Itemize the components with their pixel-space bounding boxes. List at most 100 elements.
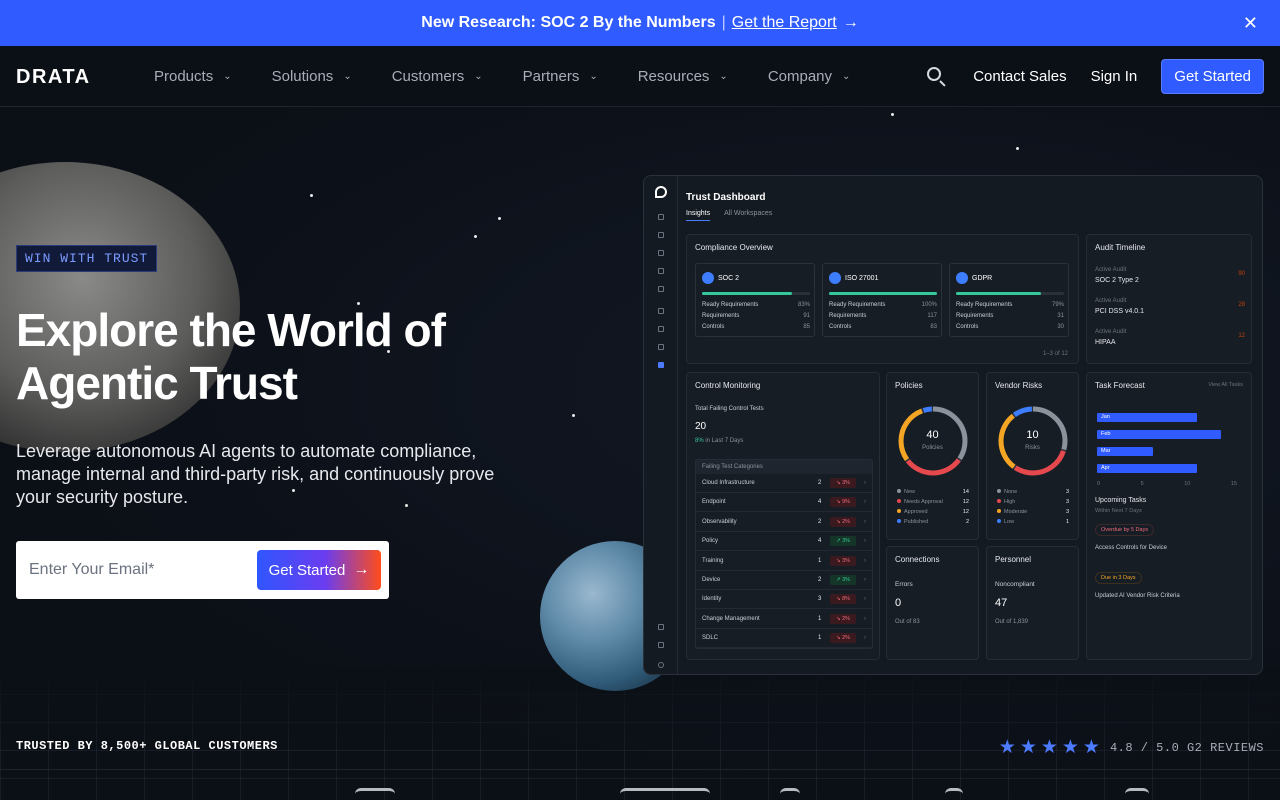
personnel-total: Out of 1,839 <box>995 619 1029 625</box>
contact-sales-link[interactable]: Contact Sales <box>973 68 1066 85</box>
failing-tests-trend: 8% in Last 7 Days <box>695 438 743 444</box>
category-row[interactable]: Change Management 1 ↘ 2% › <box>696 610 872 629</box>
noncompliant-count: 47 <box>995 597 1008 609</box>
category-row[interactable]: Cloud Infrastructure 2 ↘ 3% › <box>696 474 872 493</box>
hero-section: WIN WITH TRUST Explore the World of Agen… <box>0 107 1280 800</box>
panel-title: Task Forecast <box>1095 381 1145 390</box>
legend-name: High <box>1004 499 1016 505</box>
category-count: 4 <box>818 538 822 545</box>
forecast-bar: Apr <box>1097 464 1197 473</box>
legend-name: Approved <box>904 509 928 515</box>
axis-tick: 5 <box>1140 481 1144 487</box>
legend-item: Needs Approval 12 <box>897 499 969 505</box>
category-count: 2 <box>818 577 822 583</box>
hero-subhead: Leverage autonomous AI agents to automat… <box>16 441 495 507</box>
pagination: 1–3 of 12 <box>1042 351 1068 357</box>
category-count: 1 <box>818 557 822 564</box>
category-row[interactable]: Identity 3 ↘ 8% › <box>696 590 872 610</box>
framework-name: ISO 27001 <box>845 274 879 282</box>
category-name: Policy <box>702 538 719 545</box>
failing-tests-label: Total Failing Control Tests <box>695 406 764 412</box>
nav-item-solutions[interactable]: Solutions ⌄ <box>272 68 352 85</box>
nav-actions: Contact Sales Sign In Get Started <box>925 46 1264 107</box>
category-change: 2% <box>842 518 851 525</box>
legend-dot <box>997 499 1001 503</box>
nav-item-company[interactable]: Company ⌄ <box>768 68 851 85</box>
nav-item-resources[interactable]: Resources ⌄ <box>638 68 728 85</box>
category-change-badge: ↘ 9% <box>830 497 856 508</box>
announcement-bar: New Research: SOC 2 By the Numbers | Get… <box>0 0 1280 46</box>
sign-in-link[interactable]: Sign In <box>1091 68 1138 85</box>
chevron-right-icon: › <box>864 615 866 622</box>
customer-logo <box>1125 788 1149 800</box>
control-monitoring-panel: Control Monitoring Total Failing Control… <box>686 372 880 660</box>
row-label: Requirements <box>702 313 740 319</box>
settings-icon <box>658 662 664 668</box>
hero-get-started-button[interactable]: Get Started → <box>257 550 381 590</box>
category-row[interactable]: Device 2 ↗ 3% › <box>696 571 872 590</box>
failing-categories-table: Failing Test Categories Cloud Infrastruc… <box>695 459 873 649</box>
category-name: Identity <box>702 596 722 603</box>
panel-title: Policies <box>895 381 923 390</box>
legend-count: 14 <box>962 489 969 495</box>
category-change-badge: ↘ 3% <box>830 478 856 488</box>
category-row[interactable]: Observability 2 ↘ 2% › <box>696 513 872 532</box>
nav-item-products[interactable]: Products ⌄ <box>154 68 232 85</box>
audit-label: Active Audit <box>1095 298 1127 304</box>
close-icon[interactable]: ✕ <box>1243 13 1258 34</box>
framework-progress-fill <box>829 292 937 295</box>
framework-name: GDPR <box>972 274 993 282</box>
star-decoration <box>310 194 313 197</box>
audit-label: Active Audit <box>1095 329 1127 335</box>
errors-label: Errors <box>895 581 913 588</box>
customer-logo <box>945 788 963 800</box>
table-header: Failing Test Categories <box>696 460 872 474</box>
nav-item-partners[interactable]: Partners ⌄ <box>523 68 598 85</box>
policies-legend: New 14 Needs Approval 12 Approved 12 Published… <box>897 489 969 529</box>
g2-reviews[interactable]: ★★★★★ 4.8 / 5.0 G2 REVIEWS <box>999 736 1264 759</box>
controls-value: 30 <box>1057 324 1064 330</box>
archive-icon <box>658 308 664 314</box>
audit-item: Active Audit PCI DSS v4.0.1 28 <box>1095 298 1245 315</box>
legend-item: High 3 <box>997 499 1069 505</box>
donut-segments <box>998 406 1068 476</box>
panel-title: Audit Timeline <box>1095 243 1146 252</box>
requirements-value: 31 <box>1057 313 1064 319</box>
search-icon[interactable] <box>925 65 949 89</box>
policies-panel: Policies 40 Policies New 14 Needs Approval… <box>886 372 979 540</box>
nav-item-label: Products <box>154 68 214 85</box>
chevron-right-icon: › <box>864 635 866 642</box>
category-change: 3% <box>842 577 851 583</box>
get-started-button[interactable]: Get Started <box>1161 59 1264 94</box>
category-change: 2% <box>842 615 851 622</box>
legend-name: Low <box>1004 519 1015 525</box>
panel-title: Connections <box>895 555 940 564</box>
audit-name: HIPAA <box>1095 339 1116 346</box>
legend-name: New <box>904 489 916 495</box>
sparkle-icon <box>658 624 664 630</box>
donut-segments <box>898 406 968 476</box>
get-report-link[interactable]: Get the Report <box>732 14 837 32</box>
legend-count: 3 <box>1065 489 1069 495</box>
forecast-bar: Feb <box>1097 430 1221 439</box>
drata-logo[interactable]: DRATA <box>16 66 91 89</box>
row-label: Ready Requirements <box>956 302 1013 308</box>
category-row[interactable]: SDLC 1 ↘ 2% › <box>696 629 872 649</box>
announcement-separator: | <box>721 14 726 31</box>
folder-icon <box>658 344 664 350</box>
nav-item-customers[interactable]: Customers ⌄ <box>392 68 483 85</box>
category-count: 1 <box>818 635 822 642</box>
category-row[interactable]: Endpoint 4 ↘ 9% › <box>696 493 872 513</box>
category-name: Endpoint <box>702 499 726 506</box>
dashboard-title: Trust Dashboard <box>686 192 766 203</box>
chevron-down-icon: ⌄ <box>343 71 352 82</box>
chevron-right-icon: › <box>864 518 866 525</box>
chevron-down-icon: ⌄ <box>223 71 232 82</box>
email-input[interactable] <box>29 561 249 579</box>
axis-tick: 0 <box>1097 481 1101 487</box>
category-row[interactable]: Policy 4 ↗ 3% › <box>696 532 872 552</box>
forecast-axis: 0 5 10 15 <box>1097 481 1237 487</box>
framework-progress <box>956 292 1064 295</box>
category-row[interactable]: Training 1 ↘ 3% › <box>696 552 872 571</box>
policies-donut-chart <box>898 406 968 476</box>
